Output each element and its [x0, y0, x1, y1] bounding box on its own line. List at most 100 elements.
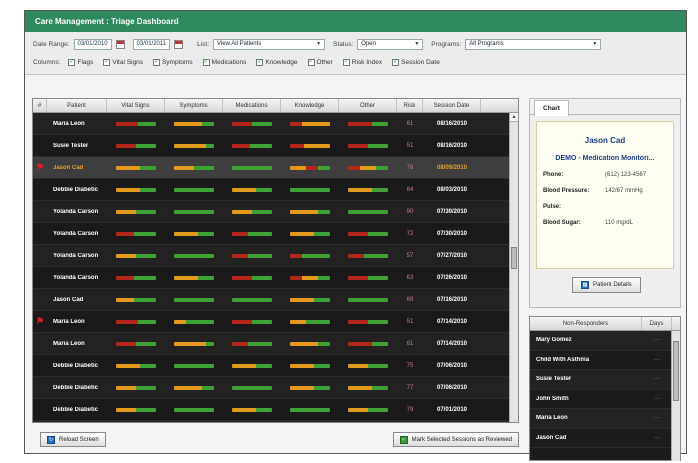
patient-name-cell[interactable]: Debbie Diabetic [47, 187, 107, 193]
list-item[interactable]: Child With Asthma --- [530, 351, 680, 370]
patient-name-cell[interactable]: Yolanda Carson [47, 209, 107, 215]
status-bar [116, 231, 156, 236]
calendar-icon[interactable] [174, 39, 184, 49]
grid-column-header[interactable]: Patient [47, 99, 107, 112]
mark-reviewed-button[interactable]: ✓ Mark Selected Sessions as Reviewed [392, 432, 519, 447]
patient-name-cell[interactable]: Yolanda Carson [47, 253, 107, 259]
table-row[interactable]: Debbie Diabetic 84 08/03/2010 [33, 179, 518, 201]
patient-name-cell[interactable]: Maria Leon [47, 341, 107, 347]
list-select[interactable]: View All Patients ▼ [213, 38, 326, 50]
status-bar-segment [232, 209, 252, 214]
flag-icon[interactable]: ⚑ [33, 162, 47, 173]
grid-column-header[interactable]: Symptoms [165, 99, 223, 112]
table-row[interactable]: Jason Cad 69 07/16/2010 [33, 289, 518, 311]
status-bar-segment [368, 231, 388, 236]
status-bar-cell [339, 165, 397, 170]
table-row[interactable]: ⚑ Maria Leon 51 07/14/2010 [33, 311, 518, 333]
column-toggle[interactable]: ✓ Session Date [392, 58, 440, 66]
patient-name-cell[interactable]: Yolanda Carson [47, 275, 107, 281]
patient-name-cell[interactable]: Debbie Diabetic [47, 385, 107, 391]
table-row[interactable]: Debbie Diabetic 75 07/06/2010 [33, 355, 518, 377]
grid-column-header[interactable]: Other [339, 99, 397, 112]
date-to-field[interactable]: 03/01/2011 [132, 38, 171, 50]
column-toggle[interactable]: ✓ Vital Signs [103, 58, 143, 66]
checkbox-icon[interactable]: ✓ [307, 58, 315, 66]
status-bar-segment [348, 407, 368, 412]
non-responder-days: --- [654, 376, 660, 383]
status-bar-segment [116, 297, 134, 302]
column-toggle[interactable]: ✓ Flags [68, 58, 93, 66]
table-row[interactable]: Yolanda Carson 57 07/27/2010 [33, 245, 518, 267]
table-row[interactable]: Yolanda Carson 90 07/30/2010 [33, 201, 518, 223]
grid-column-header[interactable]: Session Date [423, 99, 481, 112]
tab-chart[interactable]: Chart [534, 100, 569, 116]
patient-name-cell[interactable]: Jason Cad [47, 165, 107, 171]
calendar-icon[interactable] [115, 39, 125, 49]
reload-screen-button[interactable]: ↻ Reload Screen [40, 432, 106, 447]
status-bar [232, 209, 272, 214]
table-row[interactable]: Debbie Diabetic 79 07/01/2010 [33, 399, 518, 421]
patient-name-cell[interactable]: Maria Leon [47, 319, 107, 325]
table-row[interactable]: Yolanda Carson 63 07/26/2010 [33, 267, 518, 289]
checkbox-icon[interactable]: ✓ [68, 58, 76, 66]
grid-column-header[interactable]: Medications [223, 99, 281, 112]
checkbox-icon[interactable]: ✓ [202, 58, 210, 66]
column-toggle[interactable]: ✓ Knowledge [256, 58, 298, 66]
table-row[interactable]: ⚑ Jason Cad 76 08/09/2010 [33, 157, 518, 179]
status-bar-cell [223, 209, 281, 214]
window-title: Care Management : Triage Dashboard [25, 11, 686, 32]
checkbox-icon[interactable]: ✓ [256, 58, 264, 66]
risk-cell: 57 [406, 252, 414, 259]
triage-dashboard-window: Care Management : Triage Dashboard Date … [24, 10, 687, 461]
list-item[interactable]: John Smith --- [530, 390, 680, 409]
checkbox-icon[interactable]: ✓ [342, 58, 350, 66]
non-responders-column-header[interactable]: Non-Responders [530, 317, 642, 330]
non-responders-scrollbar[interactable] [671, 331, 680, 461]
patient-name-cell[interactable]: Debbie Diabetic [47, 407, 107, 413]
patient-name-cell[interactable]: Susie Tester [47, 143, 107, 149]
table-row[interactable]: Maria Leon 61 07/14/2010 [33, 333, 518, 355]
column-toggle[interactable]: ✓ Medications [202, 58, 246, 66]
grid-column-header[interactable]: Risk [397, 99, 423, 112]
scroll-up-icon[interactable]: ▲ [510, 113, 518, 122]
patient-name-cell[interactable]: Yolanda Carson [47, 231, 107, 237]
status-bar-segment [348, 319, 368, 324]
scroll-thumb[interactable] [673, 341, 679, 401]
date-from-field[interactable]: 03/01/2010 [73, 38, 112, 50]
status-bar-segment [318, 165, 330, 170]
status-bar-segment [116, 231, 134, 236]
checkbox-icon[interactable]: ✓ [392, 58, 400, 66]
programs-select[interactable]: All Programs ▼ [465, 38, 602, 50]
status-bar-segment [136, 385, 156, 390]
status-bar [174, 341, 214, 346]
list-item[interactable]: Maria Leon --- [530, 409, 680, 429]
table-row[interactable]: Debbie Diabetic 77 07/06/2010 [33, 377, 518, 399]
patient-name-cell[interactable]: Jason Cad [47, 297, 107, 303]
column-toggle[interactable]: ✓ Other [307, 58, 333, 66]
grid-column-header[interactable]: # [33, 99, 47, 112]
table-row[interactable]: Maria Leon 61 08/16/2010 [33, 113, 518, 135]
scroll-thumb[interactable] [511, 247, 517, 269]
risk-cell: 51 [406, 318, 414, 325]
patient-name-cell[interactable]: Maria Leon [47, 121, 107, 127]
status-bar [232, 363, 272, 368]
grid-column-header[interactable]: Knowledge [281, 99, 339, 112]
checkbox-icon[interactable]: ✓ [152, 58, 160, 66]
list-item[interactable]: Jason Cad --- [530, 429, 680, 448]
list-item[interactable]: Susie Tester --- [530, 370, 680, 390]
status-bar-segment [198, 275, 214, 280]
grid-scrollbar[interactable]: ▲ [509, 113, 518, 422]
patient-name-cell[interactable]: Debbie Diabetic [47, 363, 107, 369]
table-row[interactable]: Yolanda Carson 72 07/30/2010 [33, 223, 518, 245]
days-column-header[interactable]: Days [642, 317, 672, 330]
list-item[interactable]: Mary Gomez --- [530, 331, 680, 351]
column-toggle[interactable]: ✓ Symptoms [152, 58, 193, 66]
patient-details-button[interactable]: ▦ Patient Details [572, 277, 641, 293]
flag-icon[interactable]: ⚑ [33, 316, 47, 327]
checkbox-icon[interactable]: ✓ [103, 58, 111, 66]
table-row[interactable]: Susie Tester 51 08/16/2010 [33, 135, 518, 157]
grid-column-header[interactable]: Vital Signs [107, 99, 165, 112]
table-row[interactable]: Debbie Diabetic8007/01/2010 [33, 421, 518, 422]
column-toggle[interactable]: ✓ Risk Index [342, 58, 382, 66]
status-select[interactable]: Open ▼ [357, 38, 424, 50]
